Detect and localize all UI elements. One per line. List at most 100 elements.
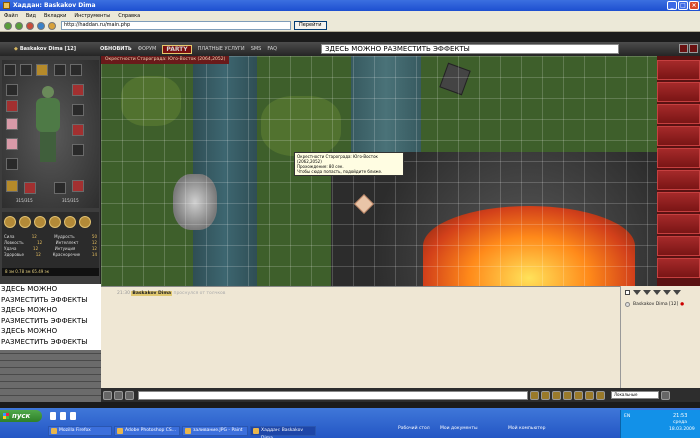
ability-icon[interactable] — [34, 216, 46, 228]
filter-checkbox[interactable] — [625, 290, 630, 295]
side-cell[interactable] — [657, 192, 700, 212]
menu-file[interactable]: Файл — [4, 13, 18, 19]
equip-slot[interactable] — [6, 158, 18, 170]
sort-icon[interactable] — [673, 290, 681, 295]
chat-tool-icon[interactable] — [552, 390, 561, 400]
sort-icon[interactable] — [663, 290, 671, 295]
effects-input[interactable]: ЗДЕСЬ МОЖНО РАЗМЕСТИТЬ ЭФФЕКТЫ — [321, 44, 619, 54]
close-button[interactable]: × — [689, 1, 699, 10]
home-icon[interactable] — [48, 21, 56, 30]
equip-slot[interactable] — [6, 100, 18, 112]
chat-nick[interactable]: Baskakov Dima — [131, 291, 173, 296]
equip-slot[interactable] — [72, 124, 84, 136]
chat-input[interactable] — [138, 390, 528, 400]
chat-tool-icon[interactable] — [574, 390, 583, 400]
game-map[interactable]: Окрестности Старограда: Юго-Восток (2064… — [101, 56, 657, 286]
sort-icon[interactable] — [633, 290, 641, 295]
quicklaunch-icon[interactable] — [70, 412, 76, 420]
equip-slot[interactable] — [72, 84, 84, 96]
go-button[interactable]: Перейти — [294, 21, 327, 30]
ability-icon[interactable] — [79, 216, 91, 228]
chat-tool-icon[interactable] — [596, 390, 605, 400]
player-marker-icon[interactable] — [353, 193, 373, 213]
topbar-button-1[interactable] — [679, 44, 688, 53]
ability-icon[interactable] — [64, 216, 76, 228]
equip-slot[interactable] — [72, 104, 84, 116]
chat-channel-select[interactable]: Локальные — [611, 391, 659, 399]
side-cell[interactable] — [657, 236, 700, 256]
equip-slot[interactable] — [6, 138, 18, 150]
menu-view[interactable]: Вид — [26, 13, 36, 19]
equip-slot[interactable] — [72, 144, 84, 156]
quicklaunch-icon[interactable] — [60, 412, 66, 420]
side-cell[interactable] — [657, 148, 700, 168]
side-cell[interactable] — [657, 214, 700, 234]
send-icon[interactable] — [661, 390, 670, 400]
equip-slot[interactable] — [72, 180, 84, 192]
map-title: Окрестности Старограда: Юго-Восток (2064… — [101, 56, 230, 64]
start-button[interactable]: пуск — [0, 410, 42, 422]
chat-tool-icon[interactable] — [563, 390, 572, 400]
ability-icon[interactable] — [49, 216, 61, 228]
sort-icon[interactable] — [653, 290, 661, 295]
side-cell[interactable] — [657, 60, 700, 80]
equip-slot[interactable] — [54, 182, 66, 194]
chat-tool-icon[interactable] — [530, 390, 539, 400]
address-input[interactable]: http://haddan.ru/main.php — [61, 21, 291, 30]
money-row: 8 зм 0.78 зм 65.49 эк — [2, 268, 99, 276]
maximize-button[interactable]: □ — [678, 1, 688, 10]
equip-slot[interactable] — [4, 64, 16, 76]
online-user[interactable]: Baskakov Dima [12] ● — [625, 302, 684, 307]
taskbar-item[interactable]: заливание.JPG - Paint — [182, 426, 248, 436]
side-cell[interactable] — [657, 258, 700, 278]
equip-slot[interactable] — [6, 84, 18, 96]
desktop-link[interactable]: Рабочий стол — [398, 426, 430, 431]
taskbar-item[interactable]: Adobe Photoshop CS... — [114, 426, 180, 436]
chat-input-bar: Локальные — [101, 388, 700, 402]
language-indicator[interactable]: EN — [624, 414, 630, 419]
clear-icon[interactable] — [125, 390, 134, 400]
game-nav: ОБНОВИТЬ ФОРУМ PARTY ПЛАТНЫЕ УСЛУГИ SMS … — [100, 44, 283, 54]
menu-bar: Файл Вид Вкладки Инструменты Справка — [0, 11, 700, 20]
quicklaunch-icon[interactable] — [50, 412, 56, 420]
my-docs-link[interactable]: Мои документы — [440, 426, 478, 431]
refresh-link[interactable]: ОБНОВИТЬ — [100, 46, 132, 52]
ability-icon[interactable] — [19, 216, 31, 228]
faq-link[interactable]: FAQ — [267, 46, 277, 52]
forum-link[interactable]: ФОРУМ — [138, 46, 157, 52]
equip-slot[interactable] — [20, 64, 32, 76]
stop-icon[interactable] — [26, 21, 34, 30]
equip-slot[interactable] — [36, 64, 48, 76]
chat-tool-icon[interactable] — [585, 390, 594, 400]
topbar-button-2[interactable] — [689, 44, 698, 53]
character-avatar — [32, 86, 64, 162]
sms-link[interactable]: SMS — [251, 46, 262, 52]
info-icon[interactable]: ● — [680, 302, 684, 307]
party-logo[interactable]: PARTY — [162, 44, 192, 54]
my-computer-link[interactable]: Мой компьютер — [508, 426, 546, 431]
sort-icon[interactable] — [643, 290, 651, 295]
equip-slot[interactable] — [24, 182, 36, 194]
forward-icon[interactable] — [15, 21, 23, 30]
side-cell[interactable] — [657, 170, 700, 190]
equip-slot[interactable] — [70, 64, 82, 76]
side-cell[interactable] — [657, 104, 700, 124]
ability-icon[interactable] — [4, 216, 16, 228]
equip-slot[interactable] — [54, 64, 66, 76]
menu-help[interactable]: Справка — [118, 13, 140, 19]
equip-slot[interactable] — [6, 180, 18, 192]
reload-icon[interactable] — [37, 21, 45, 30]
menu-tabs[interactable]: Вкладки — [44, 13, 66, 19]
menu-tools[interactable]: Инструменты — [74, 13, 110, 19]
taskbar-item[interactable]: Хаддан: Baskakov Dima — [250, 426, 316, 438]
side-cell[interactable] — [657, 82, 700, 102]
taskbar-item[interactable]: Mozilla Firefox — [48, 426, 112, 436]
equip-slot[interactable] — [6, 118, 18, 130]
smile-icon[interactable] — [103, 390, 112, 400]
settings-icon[interactable] — [114, 390, 123, 400]
back-icon[interactable] — [4, 21, 12, 30]
chat-tool-icon[interactable] — [541, 390, 550, 400]
side-cell[interactable] — [657, 126, 700, 146]
paid-services-link[interactable]: ПЛАТНЫЕ УСЛУГИ — [198, 46, 245, 52]
minimize-button[interactable]: _ — [667, 1, 677, 10]
